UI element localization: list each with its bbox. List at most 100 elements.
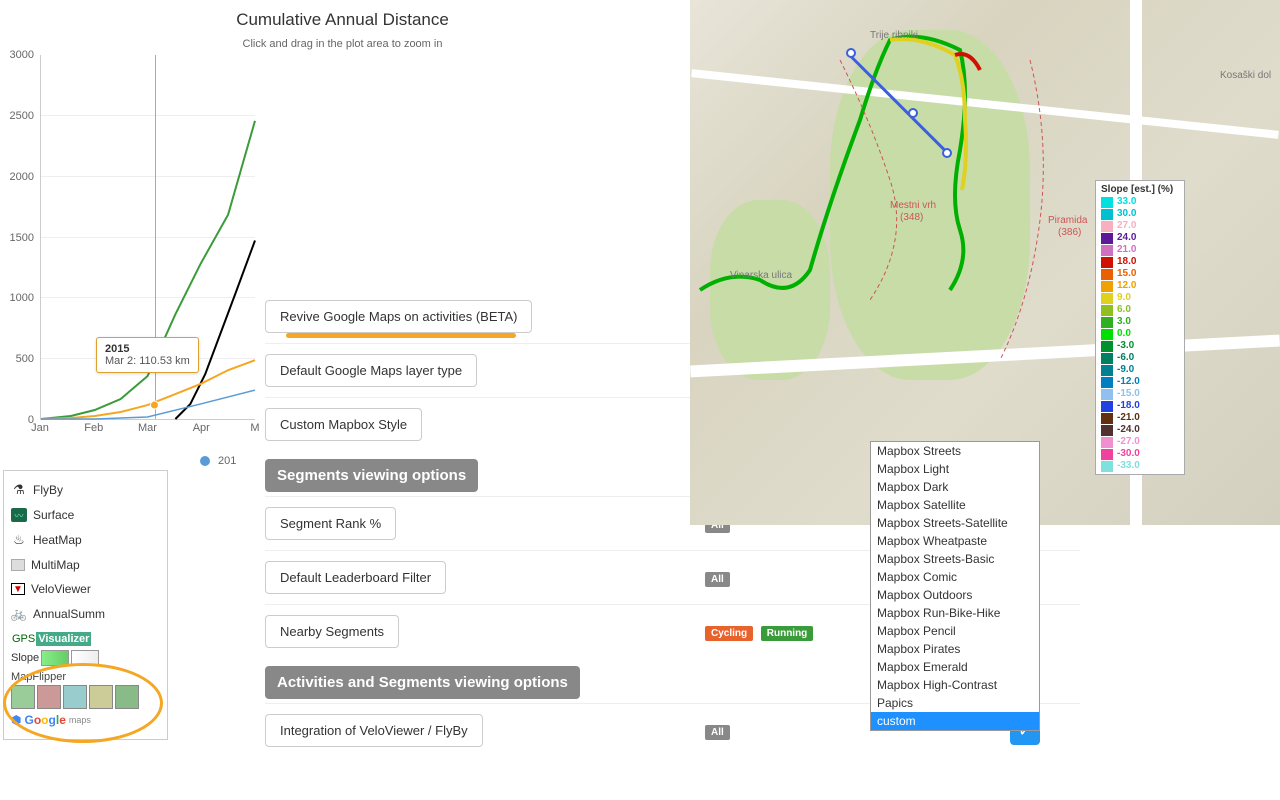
slope-swatch-icon [1101, 413, 1113, 424]
map-place-label: Vinarska ulica [730, 270, 792, 281]
dropdown-item[interactable]: Mapbox Streets-Satellite [871, 514, 1039, 532]
sidebar-item-multimap[interactable]: MultiMap [8, 553, 163, 577]
setting-label-button[interactable]: Nearby Segments [265, 615, 399, 648]
dropdown-item[interactable]: Mapbox Streets-Basic [871, 550, 1039, 568]
slope-legend-row: 12.0 [1099, 280, 1181, 292]
slope-swatch-icon [1101, 329, 1113, 340]
tools-sidebar: ⚗ FlyBy 〰 Surface ♨ HeatMap MultiMap ▼ V… [3, 470, 168, 740]
badge-running: Running [761, 626, 814, 641]
dropdown-item[interactable]: Mapbox Satellite [871, 496, 1039, 514]
google-maps-pin-icon: ⬢ [11, 713, 21, 727]
chart-legend[interactable]: 201 [200, 455, 236, 467]
slope-legend-row: 3.0 [1099, 316, 1181, 328]
mapbox-style-dropdown[interactable]: Mapbox StreetsMapbox LightMapbox DarkMap… [870, 441, 1040, 731]
slope-legend-row: 27.0 [1099, 220, 1181, 232]
mapflipper-thumb-icon[interactable] [89, 685, 113, 709]
slope-legend-row: 30.0 [1099, 208, 1181, 220]
setting-label-button[interactable]: Revive Google Maps on activities (BETA) [265, 300, 532, 333]
slope-swatch-icon [1101, 293, 1113, 304]
slope-swatch-icon [1101, 401, 1113, 412]
mapflipper-thumb-icon[interactable] [115, 685, 139, 709]
setting-label-button[interactable]: Custom Mapbox Style [265, 408, 422, 441]
setting-label-button[interactable]: Default Leaderboard Filter [265, 561, 446, 594]
slope-swatch-icon [1101, 233, 1113, 244]
mapflipper-thumb-icon[interactable] [11, 685, 35, 709]
setting-label-button[interactable]: Default Google Maps layer type [265, 354, 477, 387]
map-place-label: Kosaški dol [1220, 70, 1271, 81]
sidebar-item-gpsvisualizer[interactable]: GPSVisualizer [8, 627, 163, 648]
slope-legend-row: -18.0 [1099, 400, 1181, 412]
sidebar-item-surface[interactable]: 〰 Surface [8, 503, 163, 527]
dropdown-item[interactable]: Mapbox Run-Bike-Hike [871, 604, 1039, 622]
dropdown-item[interactable]: Mapbox Streets [871, 442, 1039, 460]
slope-swatch-icon [1101, 269, 1113, 280]
legend-dot-icon [200, 456, 210, 466]
google-logo-icon: Google [24, 713, 65, 727]
mapflipper-thumb-icon[interactable] [37, 685, 61, 709]
map-place-label: Piramida [1048, 215, 1087, 226]
sidebar-item-annualsumm[interactable]: 🚲 AnnualSumm [8, 601, 163, 627]
slope-swatch-icon [1101, 341, 1113, 352]
slope-legend-row: 18.0 [1099, 256, 1181, 268]
slope-legend-row: 33.0 [1099, 196, 1181, 208]
map-end-marker-icon [942, 148, 952, 158]
chart-subtitle: Click and drag in the plot area to zoom … [0, 38, 685, 50]
dropdown-item[interactable]: Mapbox Pencil [871, 622, 1039, 640]
sidebar-item-heatmap[interactable]: ♨ HeatMap [8, 527, 163, 553]
map-place-label: Trije ribniki [870, 30, 918, 41]
slope-swatch-icon [1101, 353, 1113, 364]
slope-legend-row: 0.0 [1099, 328, 1181, 340]
chart-title: Cumulative Annual Distance [0, 10, 685, 30]
flask-icon: ⚗ [11, 482, 27, 498]
flame-icon: ♨ [11, 532, 27, 548]
dropdown-item[interactable]: Mapbox High-Contrast [871, 676, 1039, 694]
dropdown-item[interactable]: custom [871, 712, 1039, 730]
badge-all: All [705, 572, 730, 587]
sidebar-item-google-maps[interactable]: ⬢ Google maps [11, 709, 160, 727]
dropdown-item[interactable]: Mapbox Pirates [871, 640, 1039, 658]
map-place-label: (386) [1058, 227, 1081, 238]
slope-swatch-icon [1101, 317, 1113, 328]
chart-x-axis: Jan Feb Mar Apr M [40, 422, 255, 442]
slope-swatch-icon [1101, 425, 1113, 436]
slope-swatch-icon [1101, 449, 1113, 460]
dropdown-item[interactable]: Mapbox Outdoors [871, 586, 1039, 604]
dropdown-item[interactable]: Mapbox Emerald [871, 658, 1039, 676]
slope-legend-row: -27.0 [1099, 436, 1181, 448]
sidebar-item-mapflipper[interactable]: MapFlipper ⬢ Google maps [8, 668, 163, 733]
slope-legend[interactable]: Slope [est.] (%) 33.030.027.024.021.018.… [1095, 180, 1185, 475]
slope-legend-row: -3.0 [1099, 340, 1181, 352]
slope-legend-row: 9.0 [1099, 292, 1181, 304]
slope-swatch-icon [1101, 209, 1113, 220]
map-mid-marker-icon [908, 108, 918, 118]
slope-legend-row: 24.0 [1099, 232, 1181, 244]
dropdown-item[interactable]: Mapbox Wheatpaste [871, 532, 1039, 550]
badge-cycling: Cycling [705, 626, 753, 641]
sidebar-item-flyby[interactable]: ⚗ FlyBy [8, 477, 163, 503]
slope-legend-row: 6.0 [1099, 304, 1181, 316]
chart-y-axis: 0 500 1000 1500 2000 2500 3000 [0, 55, 38, 420]
slope-swatch-icon [1101, 221, 1113, 232]
dropdown-item[interactable]: Mapbox Dark [871, 478, 1039, 496]
highlight-underline-icon [286, 333, 516, 338]
slope-swatch-icon [1101, 377, 1113, 388]
mapflipper-thumb-icon[interactable] [63, 685, 87, 709]
dropdown-item[interactable]: Papics [871, 694, 1039, 712]
slope-legend-title: Slope [est.] (%) [1099, 183, 1181, 196]
setting-label-button[interactable]: Segment Rank % [265, 507, 396, 540]
section-header-segments: Segments viewing options [265, 459, 478, 492]
slope-legend-row: -15.0 [1099, 388, 1181, 400]
slope-swatch-icon [1101, 245, 1113, 256]
slope-swatch-icon [1101, 197, 1113, 208]
setting-label-button[interactable]: Integration of VeloViewer / FlyBy [265, 714, 483, 747]
slope-legend-row: -24.0 [1099, 424, 1181, 436]
wave-icon: 〰 [11, 508, 27, 522]
bike-icon: 🚲 [11, 606, 27, 622]
sidebar-item-veloviewer[interactable]: ▼ VeloViewer [8, 577, 163, 601]
slope-legend-row: -33.0 [1099, 460, 1181, 472]
badge-all: All [705, 725, 730, 740]
dropdown-item[interactable]: Mapbox Light [871, 460, 1039, 478]
dropdown-item[interactable]: Mapbox Comic [871, 568, 1039, 586]
sidebar-item-slope[interactable]: Slope [8, 648, 163, 668]
slope-legend-row: -12.0 [1099, 376, 1181, 388]
